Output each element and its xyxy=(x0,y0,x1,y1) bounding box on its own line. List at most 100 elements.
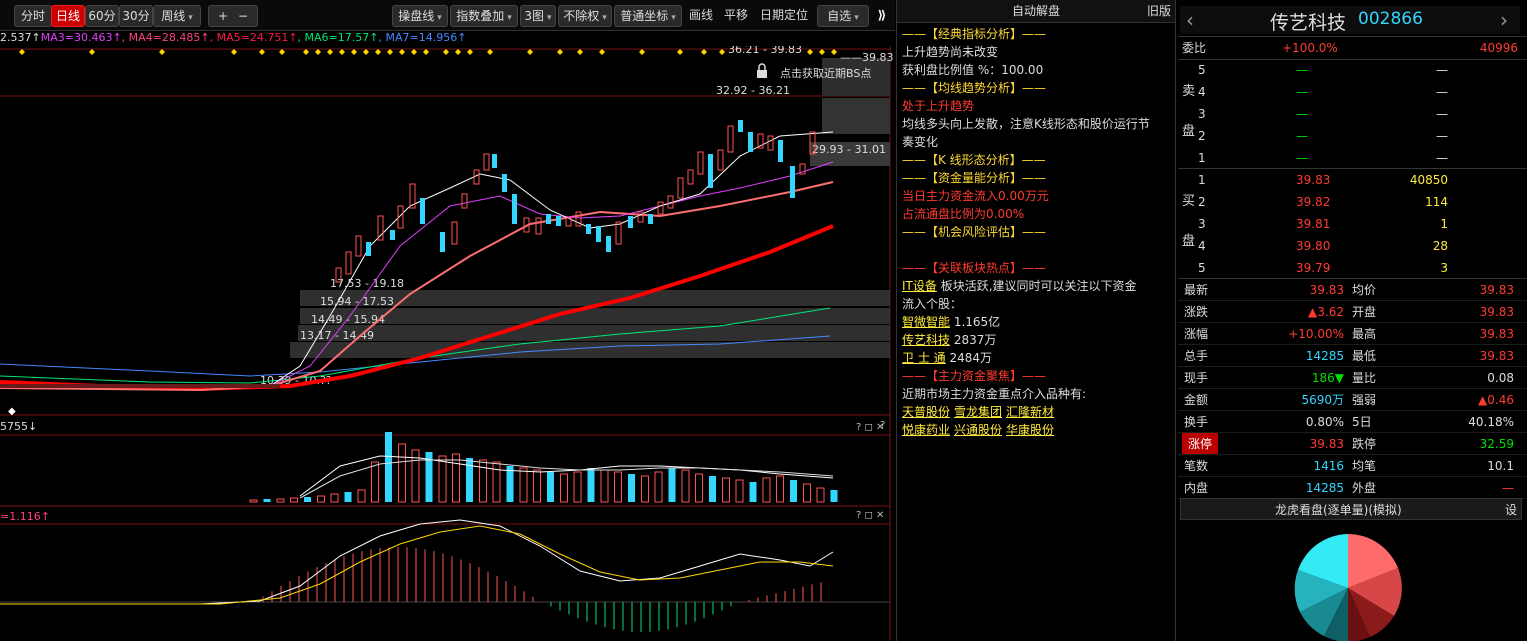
volume-bar xyxy=(290,497,298,503)
quote-label: 最高 xyxy=(1352,327,1377,341)
quote-label: 强弱 xyxy=(1352,393,1377,407)
volume-bar xyxy=(276,498,285,503)
volume-bar xyxy=(654,471,663,503)
analysis-line: ——【资金量能分析】—— xyxy=(902,171,1047,185)
tab-fenshi[interactable]: 分时 xyxy=(14,5,52,27)
order-price: — xyxy=(1296,63,1308,77)
quote-row: 总手 14285 最低 39.83 xyxy=(1182,345,1518,367)
volume-bar xyxy=(816,487,825,503)
order-book-row: 5 — — xyxy=(1198,59,1518,81)
kline-chart[interactable]: ——39.83 36.21 - 39.83 32.92 - 36.21 29.9… xyxy=(0,46,895,641)
chart-toolbar: 分时 日线 60分 30分 周线 +− 操盘线 指数叠加 3图 不除权 普通坐标… xyxy=(0,0,895,31)
zoom-out-button[interactable]: − xyxy=(238,9,248,23)
tool-date-locate[interactable]: 日期定位 xyxy=(757,5,811,25)
tab-60min[interactable]: 60分 xyxy=(85,5,119,27)
volume-bar xyxy=(560,473,568,503)
order-book-row: 5 39.79 3 xyxy=(1198,257,1518,279)
ma6-value: MA6=17.57↑ xyxy=(304,31,379,44)
auto-analysis-panel: 自动解盘 旧版 ——【经典指标分析】—— 上升趋势尚未改变 获利盘比例值 %：100… xyxy=(896,0,1176,641)
tool-coordinate[interactable]: 普通坐标 xyxy=(614,5,682,27)
sector-link[interactable]: IT设备 xyxy=(902,279,937,293)
analysis-line: 获利盘比例值 %：100.00 xyxy=(902,63,1044,77)
prev-stock-icon[interactable]: ‹ xyxy=(1186,8,1194,32)
bs-tip-text: 点击获取近期BS点 xyxy=(780,67,871,80)
dragon-title: 龙虎看盘(逐单量)(模拟) xyxy=(1275,503,1402,517)
quote-value: 40.18% xyxy=(1468,415,1514,429)
quote-label: 跌停 xyxy=(1352,437,1377,451)
tab-30min[interactable]: 30分 xyxy=(119,5,153,27)
ma5-value: MA5=24.751↑ xyxy=(216,31,298,44)
analysis-line: 处于上升趋势 xyxy=(902,99,975,113)
quote-label: 涨幅 xyxy=(1184,327,1209,341)
analysis-line: 占流通盘比例为0.00% xyxy=(902,207,1025,221)
analysis-line: ——【关联板块热点】—— xyxy=(902,261,1047,275)
quote-row: 最新 39.83 均价 39.83 xyxy=(1182,279,1518,301)
fund-stock-link[interactable]: 雪龙集团 xyxy=(954,405,1002,419)
quote-label: 均笔 xyxy=(1352,459,1377,473)
tool-watchlist[interactable]: 自选 xyxy=(817,5,869,27)
analysis-line: ——【机会风险评估】—— xyxy=(902,225,1047,239)
sector-line-2: 流入个股： xyxy=(902,297,963,311)
order-price: — xyxy=(1296,129,1308,143)
tool-draw-line[interactable]: 画线 xyxy=(686,5,716,25)
dragon-header: 龙虎看盘(逐单量)(模拟) 设 xyxy=(1180,498,1522,520)
quote-label: 均价 xyxy=(1352,283,1377,297)
volume-bar xyxy=(600,469,609,503)
quote-label: 量比 xyxy=(1352,371,1377,385)
volume-bar xyxy=(371,461,379,503)
quote-label: 涨跌 xyxy=(1184,305,1209,319)
volume-bar xyxy=(317,495,325,503)
order-level: 4 xyxy=(1198,239,1206,253)
quote-label: 内盘 xyxy=(1184,481,1209,495)
order-volume: 40850 xyxy=(1409,173,1448,187)
sector-text: 板块活跃,建议同时可以关注以下资金 xyxy=(936,279,1137,293)
order-price: 39.83 xyxy=(1296,173,1331,187)
collapse-icon[interactable]: ⟫ xyxy=(873,5,891,25)
tool-3chart[interactable]: 3图 xyxy=(520,5,556,27)
ma4-value: MA4=28.485↑ xyxy=(128,31,210,44)
ma5-line xyxy=(0,224,834,392)
dragon-settings-button[interactable]: 设 xyxy=(1505,501,1517,518)
order-book-row: 3 — — xyxy=(1198,103,1518,125)
fund-stock-link[interactable]: 天普股份 xyxy=(902,405,950,419)
lock-icon xyxy=(757,63,767,78)
volume-bar xyxy=(803,483,811,503)
fund-stock-link[interactable]: 汇隆新材 xyxy=(1006,405,1054,419)
order-level: 1 xyxy=(1198,151,1206,165)
old-version-button[interactable]: 旧版 xyxy=(1147,0,1171,22)
quote-value: 39.83 xyxy=(1479,283,1514,297)
volume-bar xyxy=(479,459,487,503)
fund-stock-link[interactable]: 悦康药业 xyxy=(902,423,950,437)
fund-stock-link[interactable]: 华康股份 xyxy=(1006,423,1054,437)
tab-daily[interactable]: 日线 xyxy=(51,5,85,27)
next-stock-icon[interactable]: › xyxy=(1500,8,1508,32)
order-book-row: 3 39.81 1 xyxy=(1198,213,1518,235)
volume-bar xyxy=(722,477,730,503)
related-stock-link[interactable]: 智微智能 xyxy=(902,315,950,329)
tool-no-rights[interactable]: 不除权 xyxy=(558,5,612,27)
tool-pan[interactable]: 平移 xyxy=(721,5,751,25)
stock-header: ‹ 传艺科技 002866 › xyxy=(1180,6,1520,34)
order-book-row: 1 — — xyxy=(1198,147,1518,169)
quote-row: 笔数 1416 均笔 10.1 xyxy=(1182,455,1518,477)
order-level: 5 xyxy=(1198,63,1206,77)
tab-weekly[interactable]: 周线 xyxy=(153,5,201,27)
related-stock-link[interactable]: 传艺科技 xyxy=(902,333,950,347)
zoom-in-button[interactable]: + xyxy=(218,9,228,23)
analysis-line: ——【K 线形态分析】—— xyxy=(902,153,1046,167)
ma-legend: 2.537↑MA3=30.463↑, MA4=28.485↑, MA5=24.7… xyxy=(0,31,467,44)
weibi-row: 委比 +100.0% 40996 xyxy=(1182,37,1518,59)
quote-value: 39.83 xyxy=(1479,327,1514,341)
quote-panel: ‹ 传艺科技 002866 › 委比 +100.0% 40996 卖盘 5— —4… xyxy=(1178,0,1527,641)
volume-bar xyxy=(668,468,676,502)
quote-value: 14285 xyxy=(1305,349,1344,363)
related-stock-link[interactable]: 卫 士 通 xyxy=(902,351,946,365)
tool-caopanxian[interactable]: 操盘线 xyxy=(392,5,448,27)
order-level: 3 xyxy=(1198,217,1206,231)
analysis-lines: ——【经典指标分析】—— 上升趋势尚未改变 获利盘比例值 %：100.00 ——【均线… xyxy=(897,23,1175,277)
tool-index-overlay[interactable]: 指数叠加 xyxy=(450,5,518,27)
quote-label: 5日 xyxy=(1352,415,1372,429)
auto-analysis-header: 自动解盘 旧版 xyxy=(897,0,1175,23)
zoom-controls: + − xyxy=(208,5,258,27)
fund-stock-link[interactable]: 兴通股份 xyxy=(954,423,1002,437)
